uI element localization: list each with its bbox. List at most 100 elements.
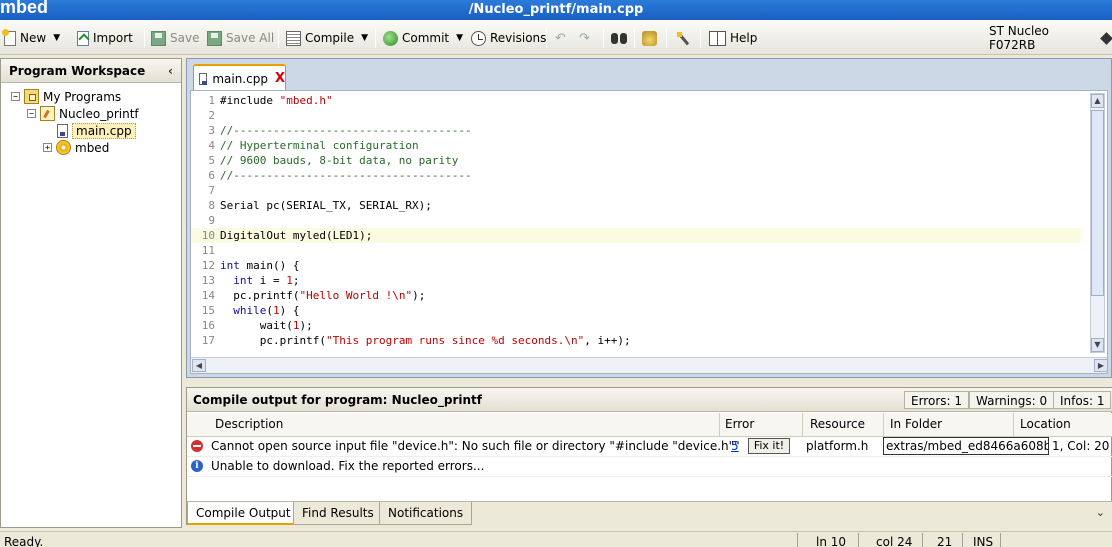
code-text: pc.printf("Hello World !\n"); [220, 289, 426, 302]
line-number: 12 [201, 259, 215, 272]
code-line[interactable]: 6 //------------------------------------ [191, 168, 1081, 183]
column-header-description[interactable]: Description [215, 417, 283, 431]
scroll-right-icon[interactable]: ▶ [1094, 359, 1107, 372]
error-number-link[interactable]: 5 [731, 439, 739, 453]
scrollbar-thumb[interactable] [1091, 110, 1104, 296]
save-all-button[interactable]: Save All [207, 28, 274, 48]
output-header: Compile output for program: Nucleo_print… [187, 388, 1112, 412]
commit-button[interactable]: Commit ▼ [383, 28, 463, 48]
vertical-scrollbar[interactable]: ▲ ▼ [1090, 93, 1105, 353]
line-number: 10 [201, 229, 215, 242]
tree-item-my-programs[interactable]: − My Programs [11, 88, 121, 105]
window-title: /Nucleo_printf/main.cpp [468, 2, 644, 17]
tab-main-cpp[interactable]: main.cpp X [193, 64, 286, 91]
error-folder[interactable]: extras/mbed_ed8466a608b4/ [883, 437, 1049, 455]
line-number: 7 [208, 184, 215, 197]
infos-count-badge[interactable]: Infos: 1 [1053, 391, 1112, 409]
error-icon [191, 440, 203, 452]
import-icon [77, 30, 89, 46]
code-text: #include "mbed.h" [220, 94, 333, 107]
import-button[interactable]: Import [77, 28, 133, 48]
status-mode: INS [973, 535, 994, 547]
code-line[interactable]: 5 // 9600 bauds, 8-bit data, no parity [191, 153, 1081, 168]
clean-button[interactable] [642, 28, 657, 48]
code-line[interactable]: 13 int i = 1; [191, 273, 1081, 288]
tab-compile-output[interactable]: Compile Output [187, 502, 300, 525]
fix-it-button[interactable]: Fix it! [748, 438, 790, 454]
tree-item-nucleo-printf[interactable]: − Nucleo_printf [27, 105, 139, 122]
code-line[interactable]: 4 // Hyperterminal configuration [191, 138, 1081, 153]
line-number: 13 [201, 274, 215, 287]
line-number: 16 [201, 319, 215, 332]
program-workspace-panel: Program Workspace ‹ − My Programs − Nucl… [0, 58, 182, 528]
new-button[interactable]: New ▼ [2, 28, 60, 48]
toolbar-separator [634, 28, 635, 48]
toolbar-separator [144, 28, 145, 48]
revisions-button[interactable]: Revisions [471, 28, 546, 48]
code-line[interactable]: 1 #include "mbed.h" [191, 93, 1081, 108]
scroll-up-icon[interactable]: ▲ [1091, 94, 1104, 108]
undo-button[interactable]: ↶ [555, 28, 569, 48]
chevron-down-icon: ▼ [361, 33, 368, 43]
code-line[interactable]: 10 DigitalOut myled(LED1); [191, 228, 1081, 243]
code-line[interactable]: 15 while(1) { [191, 303, 1081, 318]
binoculars-icon [611, 31, 629, 46]
warnings-count-badge[interactable]: Warnings: 0 [969, 391, 1055, 409]
horizontal-scrollbar[interactable]: ◀ ▶ [191, 357, 1107, 373]
tab-notifications[interactable]: Notifications [379, 502, 473, 525]
save-button[interactable]: Save [151, 28, 199, 48]
status-number: 21 [937, 535, 953, 547]
help-button[interactable]: Help [709, 28, 757, 48]
code-line[interactable]: 9 [191, 213, 1081, 228]
line-number: 4 [208, 139, 215, 152]
code-editor[interactable]: 1 #include "mbed.h" 2 3 //------------------… [190, 90, 1108, 374]
error-description: Cannot open source input file "device.h"… [211, 439, 740, 453]
code-line[interactable]: 12 int main() { [191, 258, 1081, 273]
column-divider [1013, 413, 1014, 437]
error-resource: platform.h [806, 439, 869, 453]
save-icon [151, 30, 166, 46]
errors-count-badge[interactable]: Errors: 1 [904, 391, 969, 409]
redo-button[interactable]: ↷ [579, 28, 593, 48]
line-number: 5 [208, 154, 215, 167]
commit-icon [383, 30, 398, 46]
output-title: Compile output for program: Nucleo_print… [193, 393, 482, 407]
collapse-tree-icon[interactable]: − [11, 92, 20, 101]
compile-button[interactable]: Compile ▼ [286, 28, 368, 48]
platform-selector[interactable]: ST Nucleo F072RB [989, 24, 1112, 52]
expand-tree-icon[interactable]: + [43, 143, 52, 152]
tree-item-main-cpp[interactable]: main.cpp [57, 122, 136, 139]
format-button[interactable] [676, 28, 691, 48]
code-line[interactable]: 16 wait(1); [191, 318, 1081, 333]
code-line[interactable]: 3 //------------------------------------ [191, 123, 1081, 138]
save-label: Save [170, 31, 200, 45]
column-header-resource[interactable]: Resource [810, 417, 865, 431]
programs-folder-icon [24, 89, 39, 104]
code-line[interactable]: 7 [191, 183, 1081, 198]
program-icon [40, 106, 55, 121]
new-file-icon [2, 28, 16, 46]
tree-item-mbed[interactable]: + mbed [43, 139, 109, 156]
column-header-location[interactable]: Location [1020, 417, 1071, 431]
table-row[interactable]: Cannot open source input file "device.h"… [187, 437, 1112, 457]
new-label: New [20, 31, 47, 45]
line-number: 17 [201, 334, 215, 347]
find-button[interactable] [611, 28, 629, 48]
code-line[interactable]: 14 pc.printf("Hello World !\n"); [191, 288, 1081, 303]
code-line[interactable]: 11 [191, 243, 1081, 258]
collapse-panel-icon[interactable]: ‹ [168, 64, 173, 78]
close-tab-icon[interactable]: X [275, 71, 285, 86]
output-tabs: Compile Output Find Results Notification… [187, 501, 1112, 525]
scroll-down-icon[interactable]: ▼ [1091, 338, 1104, 352]
column-header-error[interactable]: Error [725, 417, 754, 431]
code-line[interactable]: 2 [191, 108, 1081, 123]
tab-find-results[interactable]: Find Results [293, 502, 383, 525]
code-line[interactable]: 8 Serial pc(SERIAL_TX, SERIAL_RX); [191, 198, 1081, 213]
column-header-in-folder[interactable]: In Folder [890, 417, 942, 431]
code-line[interactable]: 17 pc.printf("This program runs since %d… [191, 333, 1081, 348]
chevron-down-icon[interactable]: ⌄ [1096, 506, 1105, 519]
scroll-left-icon[interactable]: ◀ [192, 359, 206, 372]
collapse-tree-icon[interactable]: − [27, 109, 36, 118]
table-row[interactable]: i Unable to download. Fix the reported e… [187, 457, 1112, 477]
column-divider [719, 413, 720, 437]
